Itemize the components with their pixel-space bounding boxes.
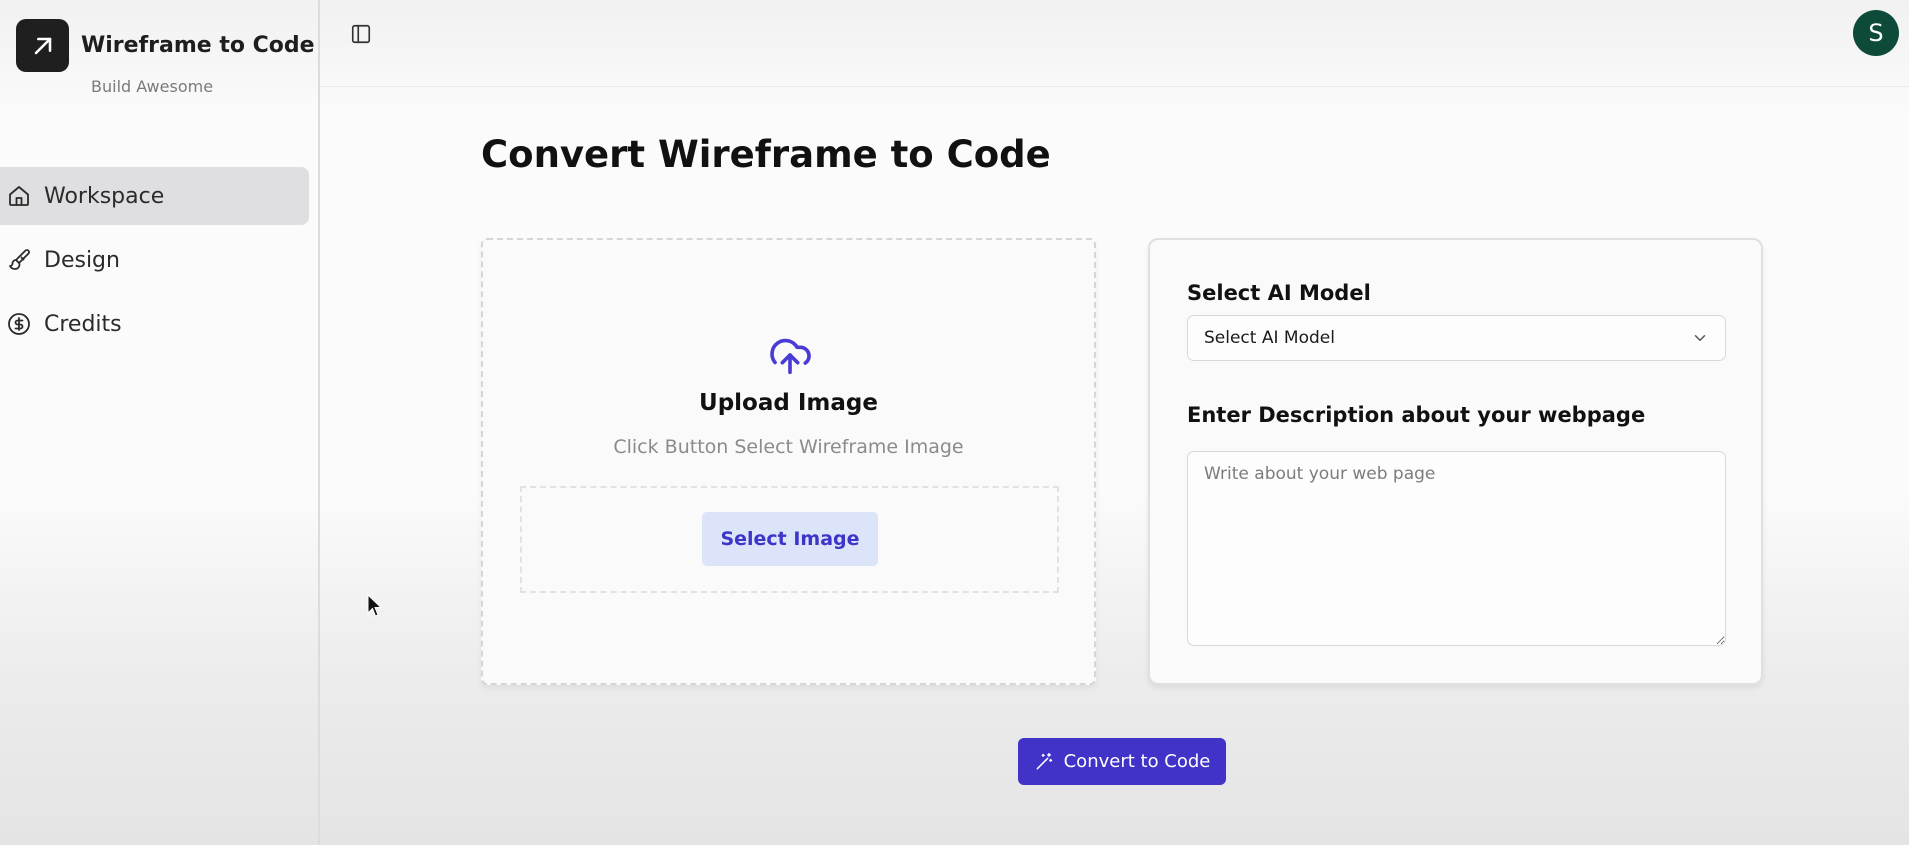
logo [16,19,69,72]
magic-wand-icon [1034,752,1054,772]
select-image-button[interactable]: Select Image [702,512,878,566]
sidebar-item-credits[interactable]: Credits [0,295,309,353]
brand[interactable]: Wireframe to Code [16,19,315,72]
brand-title: Wireframe to Code [81,33,315,58]
ai-model-selected-value: Select AI Model [1204,328,1335,348]
panel-left-icon[interactable] [350,23,376,49]
page-title: Convert Wireframe to Code [481,133,1051,176]
description-label: Enter Description about your webpage [1187,403,1646,427]
paintbrush-icon [6,247,32,273]
image-drop-zone[interactable]: Select Image [520,486,1059,593]
brand-subtitle: Build Awesome [91,77,214,96]
chevron-down-icon [1694,335,1706,341]
sidebar-item-workspace[interactable]: Workspace [0,167,309,225]
mouse-pointer-icon [367,594,383,617]
arrow-up-right-icon [34,37,51,54]
top-header: S [320,0,1909,87]
sidebar-nav: Workspace Design Credits [0,167,309,359]
dollar-circle-icon [6,311,32,337]
sidebar-item-label: Workspace [44,183,165,209]
ai-model-select[interactable]: Select AI Model [1187,315,1726,361]
cloud-upload-icon [770,338,811,375]
sidebar-item-label: Design [44,247,120,273]
sidebar-item-design[interactable]: Design [0,231,309,289]
ai-model-label: Select AI Model [1187,281,1371,305]
avatar[interactable]: S [1853,10,1899,56]
model-card: Select AI Model Select AI Model Enter De… [1148,238,1763,685]
home-icon [6,183,32,209]
description-textarea[interactable] [1187,451,1726,646]
convert-button-label: Convert to Code [1063,751,1211,772]
sidebar: Wireframe to Code Build Awesome Workspac… [0,0,320,845]
upload-hint: Click Button Select Wireframe Image [613,436,964,458]
upload-card: Upload Image Click Button Select Wirefra… [481,238,1096,685]
sidebar-item-label: Credits [44,311,122,337]
convert-to-code-button[interactable]: Convert to Code [1018,738,1226,785]
upload-title: Upload Image [699,390,878,416]
